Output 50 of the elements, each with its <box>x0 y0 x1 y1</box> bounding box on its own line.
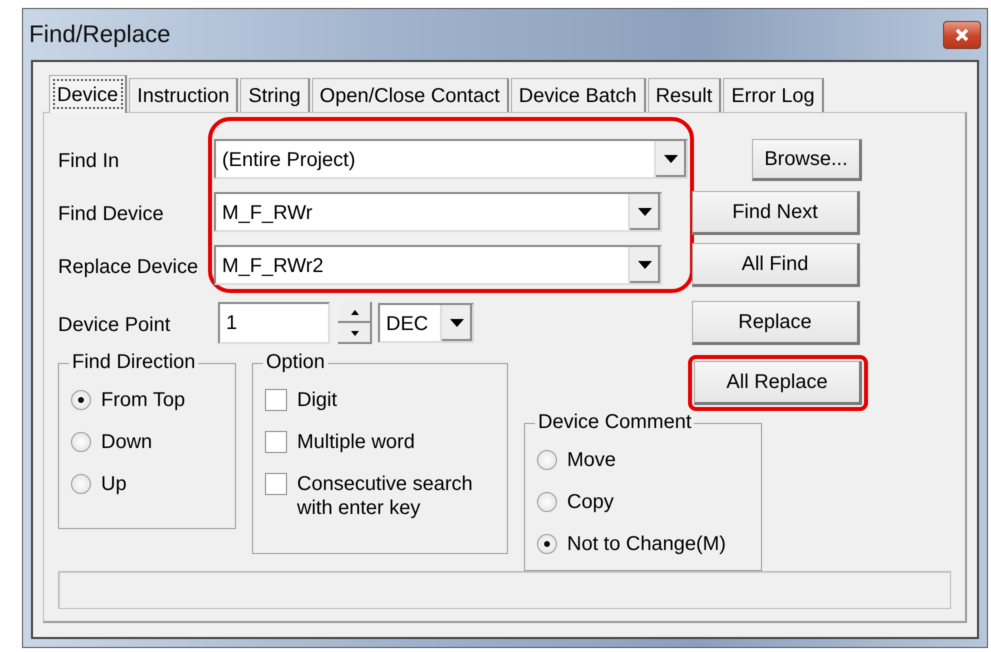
radio-button[interactable] <box>537 450 557 470</box>
field-label: Replace Device <box>58 255 200 280</box>
checkbox[interactable] <box>265 473 287 495</box>
input-field[interactable]: 1 <box>218 302 330 344</box>
group-title: Option <box>263 351 328 374</box>
radio-label: Up <box>101 472 127 496</box>
action-button[interactable]: Replace <box>692 301 860 345</box>
field-label: Device Point <box>58 313 172 338</box>
down-arrow-icon <box>351 331 359 336</box>
radio-label: Down <box>101 430 152 454</box>
combo-box[interactable]: M_F_RWr <box>214 192 662 232</box>
dropdown-arrow-icon <box>638 261 652 269</box>
radio-button[interactable] <box>71 390 91 410</box>
action-button[interactable]: All Replace <box>694 361 862 405</box>
window-title: Find/Replace <box>29 20 170 48</box>
radio-label: Move <box>567 448 616 472</box>
radio-button[interactable] <box>537 534 557 554</box>
up-arrow-icon <box>351 310 359 315</box>
dropdown-arrow-icon <box>664 155 678 163</box>
action-button[interactable]: All Find <box>692 243 860 287</box>
tab[interactable]: Error Log <box>723 78 824 112</box>
action-button[interactable]: Browse... <box>752 139 862 181</box>
close-icon <box>955 28 969 42</box>
checkbox[interactable] <box>265 389 287 411</box>
dropdown-arrow-icon <box>638 208 652 216</box>
checkbox[interactable] <box>265 431 287 453</box>
dropdown-arrow-icon <box>450 319 464 327</box>
combo-box[interactable]: M_F_RWr2 <box>214 245 662 285</box>
close-button[interactable] <box>943 20 981 48</box>
tab[interactable]: Result <box>648 78 722 112</box>
checkbox-label: Multiple word <box>297 430 415 454</box>
action-button[interactable]: Find Next <box>692 191 860 235</box>
tab[interactable]: String <box>240 78 310 112</box>
radio-button[interactable] <box>71 474 91 494</box>
tab[interactable]: Device Batch <box>510 78 646 112</box>
field-label: Find In <box>58 149 120 174</box>
tab[interactable]: Open/Close Contact <box>312 78 509 112</box>
checkbox-label: Digit <box>297 388 338 412</box>
radio-label: Copy <box>567 490 614 514</box>
radio-label: From Top <box>101 388 186 412</box>
tab[interactable]: Device <box>49 75 128 113</box>
combo-box[interactable]: DEC <box>378 303 474 343</box>
radio-button[interactable] <box>71 432 91 452</box>
radio-label: Not to Change(M) <box>567 532 726 556</box>
tab[interactable]: Instruction <box>129 78 238 112</box>
spinner[interactable] <box>338 302 372 344</box>
combo-box[interactable]: (Entire Project) <box>214 139 688 179</box>
checkbox-label: Consecutive search with enter key <box>297 472 474 520</box>
field-label: Find Device <box>58 202 165 227</box>
radio-button[interactable] <box>537 492 557 512</box>
